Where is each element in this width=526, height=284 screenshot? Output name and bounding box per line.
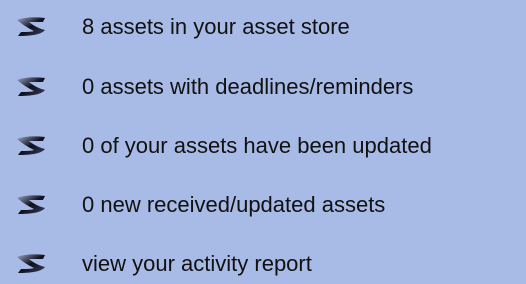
z-swoosh-icon <box>14 252 48 276</box>
asset-summary-list: 8 assets in your asset store 0 assets wi… <box>0 0 526 282</box>
asset-store-link[interactable]: 8 assets in your asset store <box>0 7 526 47</box>
asset-summary-panel: 8 assets in your asset store 0 assets wi… <box>0 0 526 282</box>
received-updated-assets-label: 0 new received/updated assets <box>82 192 386 217</box>
z-swoosh-icon <box>14 193 48 217</box>
updated-assets-label: 0 of your assets have been updated <box>82 133 432 158</box>
deadlines-reminders-link[interactable]: 0 assets with deadlines/reminders <box>0 67 526 107</box>
activity-report-link[interactable]: view your activity report <box>0 244 526 284</box>
z-swoosh-icon <box>14 75 48 99</box>
z-swoosh-icon <box>14 134 48 158</box>
asset-store-count-label: 8 assets in your asset store <box>82 14 350 39</box>
z-swoosh-icon <box>14 15 48 39</box>
received-updated-assets-link[interactable]: 0 new received/updated assets <box>0 185 526 225</box>
activity-report-label: view your activity report <box>82 251 312 276</box>
updated-assets-link[interactable]: 0 of your assets have been updated <box>0 126 526 166</box>
deadlines-reminders-label: 0 assets with deadlines/reminders <box>82 74 414 99</box>
